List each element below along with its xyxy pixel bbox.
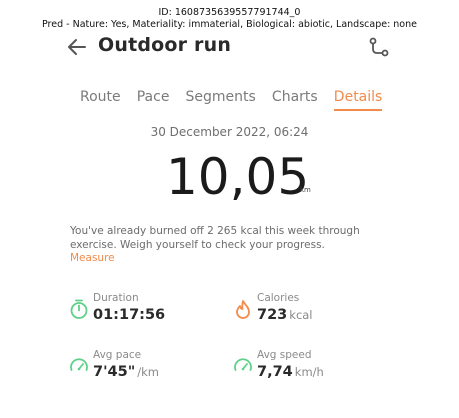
caption-prediction: Pred - Nature: Yes, Materiality: immater… xyxy=(42,19,417,30)
arrow-left-icon[interactable] xyxy=(66,36,88,58)
app-bar: Outdoor run xyxy=(62,32,398,64)
tab-route[interactable]: Route xyxy=(80,89,121,105)
distance-value: 10,05 xyxy=(166,148,310,206)
speedometer-icon xyxy=(234,358,252,371)
distance-unit: km xyxy=(300,186,311,194)
calories-label: Calories xyxy=(257,292,300,304)
tab-details[interactable]: Details xyxy=(333,89,382,111)
calories-value: 723 kcal xyxy=(257,307,313,323)
avg-pace-label: Avg pace xyxy=(93,349,142,361)
workout-date: 30 December 2022, 06:24 xyxy=(150,125,309,139)
tab-pace[interactable]: Pace xyxy=(137,89,170,105)
avg-pace-value: 7'45"/km xyxy=(93,364,160,380)
stat-avg-speed: Avg speed 7,74 km/h xyxy=(232,349,392,389)
caption-id: ID: 1608735639557791744_0 xyxy=(158,7,301,18)
tab-charts[interactable]: Charts xyxy=(272,89,318,105)
page-title: Outdoor run xyxy=(98,34,232,56)
duration-label: Duration xyxy=(93,292,139,304)
tab-bar: Route Pace Segments Charts Details xyxy=(80,86,393,112)
image-caption: ID: 1608735639557791744_0 Pred - Nature:… xyxy=(0,7,459,31)
avg-speed-label: Avg speed xyxy=(257,349,312,361)
duration-value: 01:17:56 xyxy=(93,307,166,323)
weekly-burn-notice: You've already burned off 2 265 kcal thi… xyxy=(70,225,360,251)
avg-speed-value: 7,74 km/h xyxy=(257,364,324,380)
route-icon[interactable] xyxy=(366,35,390,59)
stat-duration: Duration 01:17:56 xyxy=(68,292,228,332)
flame-icon xyxy=(236,300,250,319)
stat-calories: Calories 723 kcal xyxy=(232,292,392,332)
stat-avg-pace: Avg pace 7'45"/km xyxy=(68,349,228,389)
tab-segments[interactable]: Segments xyxy=(186,89,256,105)
stopwatch-icon xyxy=(70,299,88,319)
speedometer-icon xyxy=(70,358,88,371)
measure-link[interactable]: Measure xyxy=(70,252,115,264)
